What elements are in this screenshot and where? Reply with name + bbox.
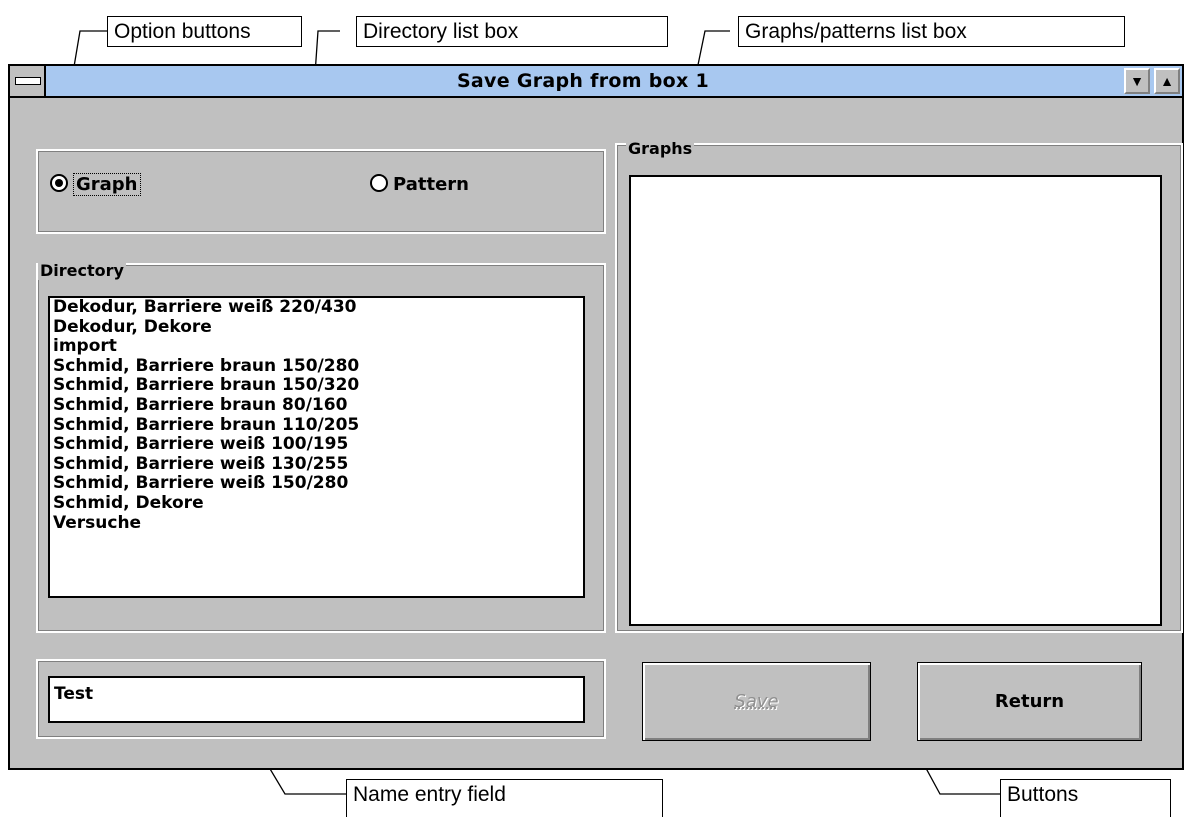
directory-list-item[interactable]: Schmid, Barriere braun 150/320: [50, 376, 583, 396]
directory-list-box[interactable]: Dekodur, Barriere weiß 220/430 Dekodur, D…: [48, 296, 585, 598]
callout-option-buttons: Option buttons: [107, 16, 302, 47]
directory-list-item[interactable]: Dekodur, Barriere weiß 220/430: [50, 298, 583, 318]
return-button-label: Return: [994, 691, 1065, 712]
directory-list-item[interactable]: Schmid, Barriere weiß 150/280: [50, 474, 583, 494]
name-entry-value: Test: [54, 684, 94, 704]
radio-unselected-icon: [370, 174, 388, 192]
radio-selected-icon: [50, 174, 68, 192]
callout-directory-list-box: Directory list box: [356, 16, 668, 47]
minimize-button[interactable]: ▼: [1124, 68, 1150, 94]
title-bar: Save Graph from box 1 ▼ ▲: [10, 66, 1182, 98]
directory-list-item[interactable]: import: [50, 337, 583, 357]
callout-name-entry-field: Name entry field: [346, 779, 663, 817]
up-arrow-icon: ▲: [1160, 73, 1174, 89]
name-entry-field[interactable]: Test: [48, 676, 585, 723]
directory-list-item[interactable]: Schmid, Barriere braun 150/280: [50, 356, 583, 377]
directory-list-item[interactable]: Dekodur, Dekore: [50, 317, 583, 338]
window-title: Save Graph from box 1: [456, 70, 710, 92]
save-button[interactable]: Save: [642, 662, 871, 741]
directory-list-item[interactable]: Schmid, Barriere weiß 130/255: [50, 454, 583, 475]
callout-buttons: Buttons: [1000, 779, 1171, 817]
directory-list-item[interactable]: Versuche: [50, 513, 583, 534]
down-arrow-icon: ▼: [1130, 73, 1144, 89]
return-button[interactable]: Return: [917, 662, 1142, 741]
directory-list-item[interactable]: Schmid, Barriere weiß 100/195: [50, 435, 583, 455]
radio-graph-label: Graph: [73, 173, 141, 196]
callout-graphs-patterns-list-box: Graphs/patterns list box: [738, 16, 1125, 47]
save-graph-dialog: Save Graph from box 1 ▼ ▲ Graph Pattern …: [8, 64, 1184, 770]
radio-pattern-label: Pattern: [393, 174, 469, 195]
graphs-label: Graphs: [626, 139, 695, 158]
radio-graph[interactable]: Graph: [50, 173, 141, 197]
system-menu-button[interactable]: [10, 66, 46, 96]
directory-label: Directory: [38, 261, 126, 280]
directory-list-item[interactable]: Schmid, Dekore: [50, 493, 583, 514]
directory-list: Dekodur, Barriere weiß 220/430 Dekodur, D…: [50, 298, 583, 533]
save-button-label: Save: [734, 691, 779, 712]
radio-pattern[interactable]: Pattern: [370, 173, 469, 197]
maximize-button[interactable]: ▲: [1154, 68, 1180, 94]
system-menu-icon: [15, 77, 41, 85]
graphs-list-box[interactable]: [629, 175, 1162, 626]
directory-list-item[interactable]: Schmid, Barriere braun 80/160: [50, 395, 583, 416]
directory-list-item[interactable]: Schmid, Barriere braun 110/205: [50, 415, 583, 436]
